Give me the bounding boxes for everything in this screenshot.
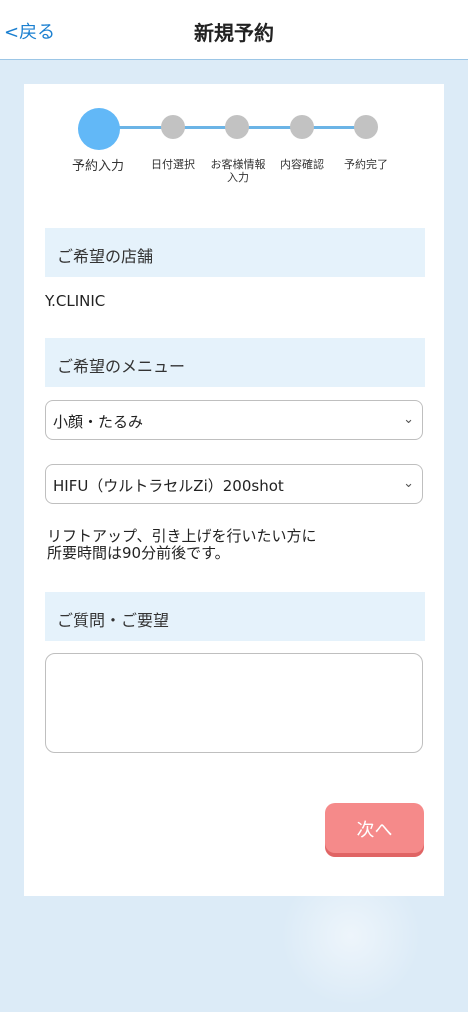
menu-category-value: 小顔・たるみ (53, 413, 144, 431)
question-section-heading: ご質問・ご要望 (45, 592, 425, 641)
menu-category-select[interactable]: 小顔・たるみ ⌄ (45, 400, 423, 440)
page-title: 新規予約 (194, 21, 274, 45)
step-dot-2 (161, 115, 185, 139)
menu-description-line2: 所要時間は90分前後です。 (47, 544, 230, 562)
header-bar: <戻る 新規予約 (0, 0, 468, 60)
question-textarea[interactable] (45, 653, 423, 753)
store-name: Y.CLINIC (45, 292, 106, 310)
store-section-heading: ご希望の店舗 (45, 228, 425, 277)
menu-item-select[interactable]: HIFU（ウルトラセルZi）200shot ⌄ (45, 464, 423, 504)
chevron-down-icon: ⌄ (403, 476, 414, 491)
step-label-5: 予約完了 (344, 158, 388, 171)
menu-item-value: HIFU（ウルトラセルZi）200shot (53, 477, 284, 495)
step-dot-3 (225, 115, 249, 139)
menu-description: リフトアップ、引き上げを行いたい方に 所要時間は90分前後です。 (47, 528, 417, 562)
chevron-down-icon: ⌄ (403, 412, 414, 427)
step-label-1: 予約入力 (71, 159, 124, 174)
menu-section-heading: ご希望のメニュー (45, 338, 425, 387)
menu-description-line1: リフトアップ、引き上げを行いたい方に (47, 527, 317, 545)
step-dot-5 (354, 115, 378, 139)
next-button[interactable]: 次へ (325, 803, 424, 853)
step-dot-1 (78, 108, 120, 150)
step-dot-4 (290, 115, 314, 139)
